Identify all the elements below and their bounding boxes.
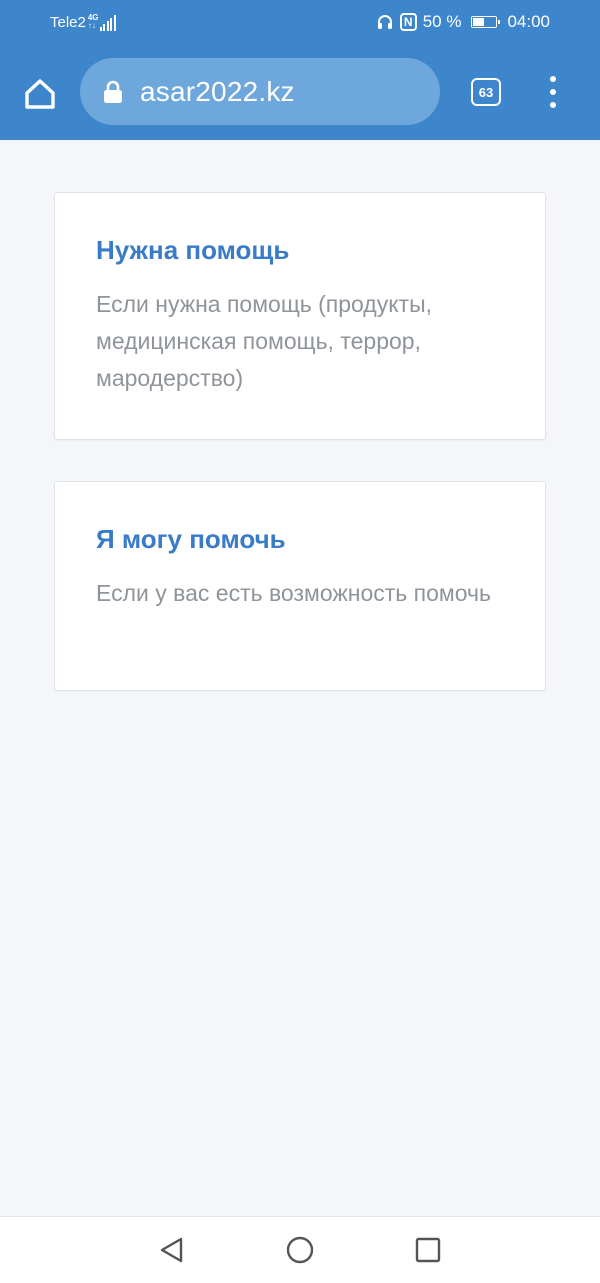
- battery-icon: [471, 16, 501, 28]
- home-circle-icon: [286, 1236, 314, 1264]
- recent-apps-button[interactable]: [413, 1235, 443, 1265]
- tab-switcher-button[interactable]: 63: [471, 78, 501, 106]
- back-button[interactable]: [157, 1235, 187, 1265]
- status-bar: Tele2 4G ↑↓ N 50 % 04:00: [0, 0, 600, 46]
- lock-icon: [104, 80, 122, 103]
- carrier-name: Tele2: [50, 14, 86, 31]
- clock: 04:00: [507, 12, 550, 31]
- need-help-card[interactable]: Нужна помощь Если нужна помощь (продукты…: [54, 192, 546, 440]
- recent-apps-icon: [415, 1237, 441, 1263]
- card-title: Я могу помочь: [96, 524, 286, 554]
- home-nav-button[interactable]: [285, 1235, 315, 1265]
- more-menu-button[interactable]: [540, 74, 566, 110]
- nfc-icon: N: [399, 13, 417, 31]
- home-icon: [25, 79, 55, 109]
- back-icon: [160, 1237, 183, 1263]
- network-type: 4G ↑↓: [87, 13, 99, 30]
- battery-fill: [473, 18, 485, 26]
- card-title: Нужна помощь: [96, 235, 290, 265]
- browser-toolbar: asar2022.kz 63: [0, 46, 600, 140]
- browser-chrome: Tele2 4G ↑↓ N 50 % 04:00 asar2022.kz 63: [0, 0, 600, 140]
- battery-percent: 50 %: [422, 12, 462, 31]
- can-help-card[interactable]: Я могу помочь Если у вас есть возможност…: [54, 481, 546, 691]
- more-vertical-icon: [550, 76, 556, 82]
- status-icons: N 50 % 04:00: [376, 12, 550, 32]
- system-nav-bar: [0, 1216, 600, 1283]
- url-text: asar2022.kz: [140, 75, 295, 107]
- url-bar[interactable]: asar2022.kz: [80, 58, 440, 125]
- headphones-icon: [377, 15, 392, 29]
- card-description: Если нужна помощь (продукты, медицинская…: [96, 291, 433, 391]
- tab-count: 63: [478, 84, 494, 100]
- carrier-info: Tele2 4G ↑↓: [50, 14, 117, 32]
- card-description: Если у вас есть возможность помочь: [96, 580, 491, 606]
- home-button[interactable]: [20, 74, 60, 114]
- signal-icon: [99, 15, 118, 31]
